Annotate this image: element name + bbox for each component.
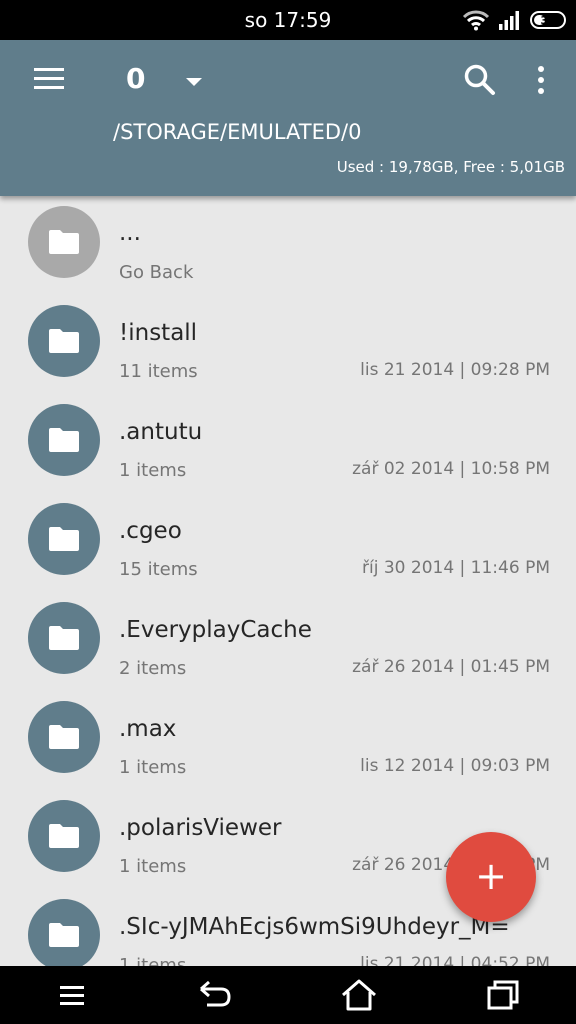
go-back-label: Go Back: [119, 262, 194, 283]
folder-icon: [49, 428, 79, 452]
current-path[interactable]: /STORAGE/EMULATED/0: [113, 120, 362, 144]
menu-icon-bar: [34, 86, 64, 89]
file-name: .max: [119, 716, 177, 742]
battery-level: 39: [540, 13, 556, 27]
status-icons: 39: [462, 8, 566, 32]
folder-avatar: [28, 206, 100, 278]
more-dot: [538, 66, 544, 72]
app-bar: 0 /STORAGE/EMULATED/0 Used : 19,78GB, Fr…: [0, 40, 576, 196]
menu-icon-bar: [34, 77, 64, 80]
folder-avatar: [28, 701, 100, 773]
list-item[interactable]: .EveryplayCache 2 items zář 26 2014 | 01…: [0, 592, 576, 691]
add-button[interactable]: +: [446, 832, 536, 922]
back-icon[interactable]: [197, 978, 233, 1012]
folder-icon: [49, 824, 79, 848]
item-count: 11 items: [119, 361, 198, 382]
more-dot: [538, 77, 544, 83]
wifi-icon: [462, 10, 490, 31]
item-count: 1 items: [119, 955, 187, 966]
menu-icon: [34, 68, 64, 71]
folder-avatar: [28, 899, 100, 966]
battery-icon: 39: [530, 11, 566, 29]
folder-icon: [49, 725, 79, 749]
tab-count[interactable]: 0: [126, 62, 145, 95]
item-date: zář 26 2014 | 01:45 PM: [352, 657, 550, 677]
file-name: .SIc-yJMAhEcjs6wmSi9Uhdeyr_M=: [119, 914, 510, 940]
signal-icon: [499, 11, 519, 30]
folder-avatar: [28, 305, 100, 377]
menu-button[interactable]: [34, 66, 68, 92]
menu-icon[interactable]: [54, 978, 90, 1012]
item-count: 1 items: [119, 757, 187, 778]
item-date: lis 12 2014 | 09:03 PM: [360, 756, 550, 776]
item-date: zář 02 2014 | 10:58 PM: [352, 459, 550, 479]
file-name: .EveryplayCache: [119, 617, 312, 643]
file-name: .polarisViewer: [119, 815, 282, 841]
item-count: 15 items: [119, 559, 198, 580]
folder-avatar: [28, 404, 100, 476]
folder-avatar: [28, 800, 100, 872]
item-count: 2 items: [119, 658, 187, 679]
folder-icon: [49, 626, 79, 650]
folder-icon: [49, 329, 79, 353]
home-icon[interactable]: [341, 978, 377, 1012]
storage-info: Used : 19,78GB, Free : 5,01GB: [336, 158, 565, 176]
folder-icon: [49, 230, 79, 254]
more-vert-icon[interactable]: [530, 64, 554, 96]
item-date: říj 30 2014 | 11:46 PM: [362, 558, 550, 578]
recents-icon[interactable]: [485, 978, 521, 1012]
more-dot: [538, 88, 544, 94]
folder-avatar: [28, 602, 100, 674]
item-date: lis 21 2014 | 09:28 PM: [360, 360, 550, 380]
navigation-bar: [0, 966, 576, 1024]
item-count: 1 items: [119, 460, 187, 481]
folder-icon: [49, 923, 79, 947]
list-item[interactable]: .cgeo 15 items říj 30 2014 | 11:46 PM: [0, 493, 576, 592]
list-item[interactable]: !install 11 items lis 21 2014 | 09:28 PM: [0, 295, 576, 394]
item-count: 1 items: [119, 856, 187, 877]
search-icon[interactable]: [462, 62, 498, 98]
file-name: .antutu: [119, 419, 203, 445]
status-bar: so 17:59 39: [0, 0, 576, 40]
list-item[interactable]: .max 1 items lis 12 2014 | 09:03 PM: [0, 691, 576, 790]
file-name: .cgeo: [119, 518, 182, 544]
folder-icon: [49, 527, 79, 551]
folder-avatar: [28, 503, 100, 575]
list-item[interactable]: .antutu 1 items zář 02 2014 | 10:58 PM: [0, 394, 576, 493]
go-back-item[interactable]: ... Go Back: [0, 196, 576, 295]
file-name: !install: [119, 320, 198, 346]
file-name: ...: [119, 220, 141, 246]
item-date: lis 21 2014 | 04:52 PM: [360, 954, 550, 966]
dropdown-arrow-icon[interactable]: [186, 78, 202, 86]
